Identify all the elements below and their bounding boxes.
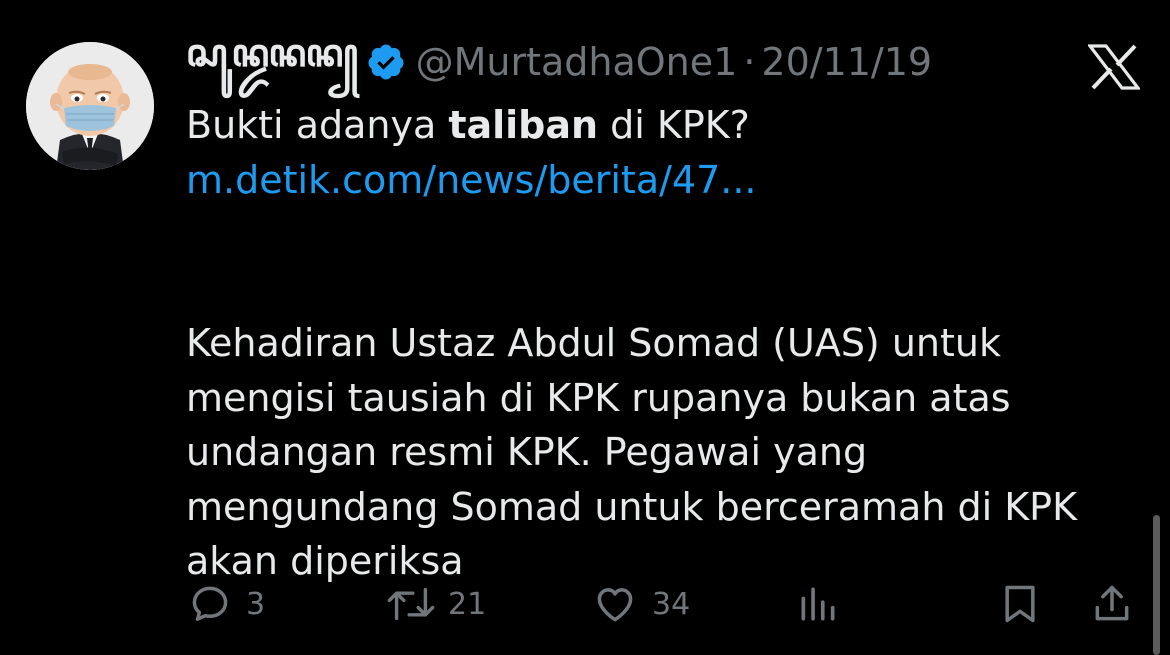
quote-line: mengundang Somad untuk berceramah di KPK [186, 484, 1078, 529]
header-separator: · [743, 40, 756, 84]
bookmark-icon [1005, 585, 1035, 623]
tweet-text-bold: taliban [448, 103, 599, 147]
like-count: 34 [652, 586, 691, 622]
tweet-action-bar: 3 21 34 [0, 578, 1170, 634]
quote-line: mengisi tausiah di KPK rupanya bukan ata… [186, 375, 1011, 420]
x-logo-icon[interactable] [1086, 44, 1142, 90]
bookmark-button[interactable] [998, 582, 1042, 626]
quote-line: Kehadiran Ustaz Abdul Somad (UAS) untuk [186, 321, 1001, 365]
avatar[interactable] [26, 42, 154, 170]
retweet-icon [387, 587, 435, 621]
tweet-text-prefix: Bukti adanya [186, 103, 449, 147]
heart-icon [597, 588, 633, 622]
share-icon [1095, 585, 1129, 621]
verified-badge-icon[interactable] [366, 42, 406, 82]
tweet-link[interactable]: m.detik.com/news/berita/47... [186, 158, 757, 202]
tweet-headline: Bukti adanya taliban di KPK? [186, 98, 1146, 153]
tweet-text-suffix: di KPK? [598, 103, 750, 147]
author-handle[interactable]: @MurtadhaOne1 [416, 40, 738, 84]
analytics-icon [801, 587, 835, 621]
retweet-button[interactable]: 21 [384, 582, 486, 626]
views-button[interactable] [796, 582, 840, 626]
share-button[interactable] [1090, 582, 1134, 626]
tweet-text: Bukti adanya taliban di KPK? m.detik.com… [186, 98, 1146, 589]
like-button[interactable]: 34 [592, 582, 690, 626]
retweet-count: 21 [448, 586, 487, 622]
author-display-name[interactable]: ꦱꦸꦤ꧀ꦢꦤꦤ꧀ [186, 23, 358, 101]
tweet-header: ꦱꦸꦤ꧀ꦢꦤꦤ꧀ @MurtadhaOne1 · 20/11/19 [186, 31, 932, 88]
reply-count: 3 [246, 586, 266, 622]
avatar-image [26, 42, 154, 170]
reply-button[interactable]: 3 [188, 582, 265, 626]
quote-line: undangan resmi KPK. Pegawai yang [186, 430, 868, 474]
reply-icon [192, 586, 228, 621]
tweet-date[interactable]: 20/11/19 [761, 40, 932, 84]
scrollbar[interactable] [1153, 515, 1160, 655]
